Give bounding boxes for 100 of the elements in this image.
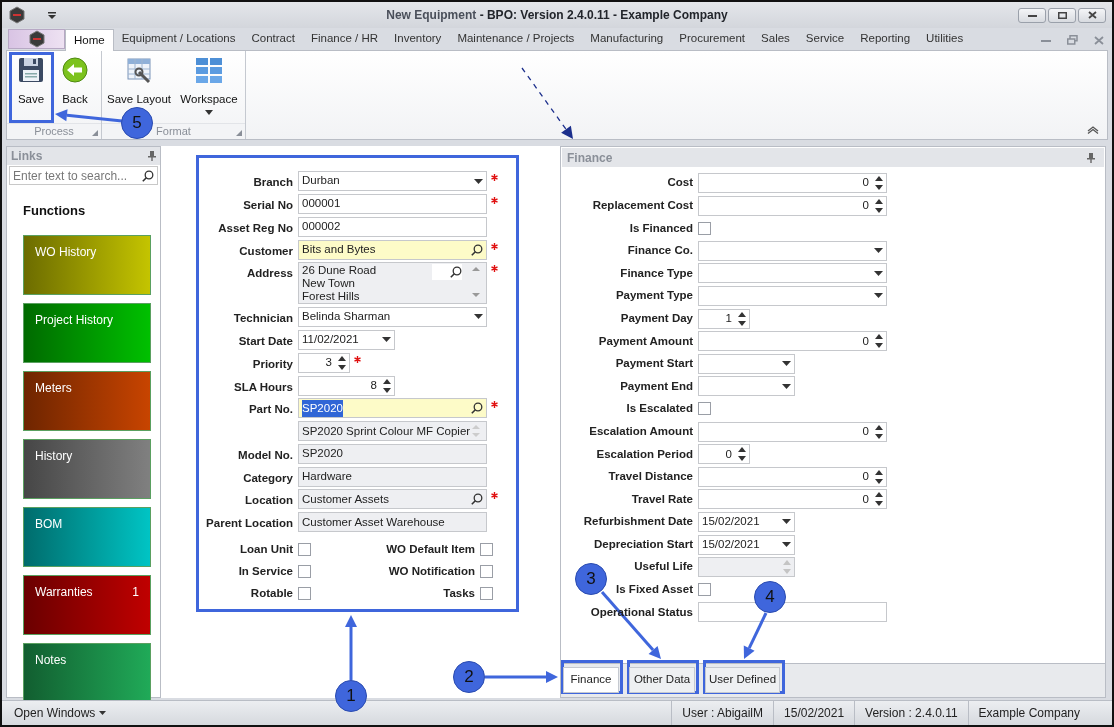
number-field[interactable]: 0 — [698, 173, 887, 193]
ribbon-tab[interactable]: Inventory — [386, 29, 450, 49]
ribbon-tab[interactable]: Maintenance / Projects — [449, 29, 583, 49]
checkbox[interactable] — [298, 565, 311, 579]
minimize-button[interactable] — [1018, 7, 1046, 23]
caret-icon[interactable] — [782, 519, 791, 525]
number-field[interactable]: 3 — [298, 352, 350, 373]
caret-icon[interactable] — [874, 293, 883, 299]
spinner-icon[interactable] — [383, 378, 391, 393]
function-tile[interactable]: History — [23, 438, 151, 499]
date-picker[interactable]: 15/02/2021 — [698, 511, 795, 532]
spinner-icon[interactable] — [875, 198, 883, 213]
number-field[interactable]: 8 — [298, 375, 395, 396]
spinner-icon[interactable] — [338, 355, 346, 370]
ribbon-button[interactable]: Workspace — [178, 53, 240, 121]
panel-tab[interactable]: Other Data — [629, 667, 695, 693]
number-field[interactable]: 0 — [698, 421, 887, 442]
number-field[interactable]: 0 — [698, 331, 887, 352]
lookup-field[interactable]: Customer Assets — [298, 489, 487, 510]
caret-icon[interactable] — [874, 248, 883, 254]
memo-field[interactable]: SP2020 Sprint Colour MF Copier — [298, 421, 487, 442]
collapse-ribbon-icon[interactable] — [1087, 125, 1099, 134]
lookup-field[interactable]: Bits and Bytes — [298, 239, 487, 260]
checkbox[interactable] — [298, 543, 311, 557]
checkbox[interactable] — [480, 543, 493, 557]
ribbon-tab[interactable]: Sales — [753, 29, 798, 49]
function-tile[interactable]: Notes — [23, 642, 151, 703]
number-field[interactable]: 0 — [698, 489, 887, 510]
ribbon-button[interactable]: Save Layout — [106, 53, 172, 107]
ribbon-tab[interactable]: Service — [797, 29, 853, 49]
caret-icon[interactable] — [782, 361, 791, 367]
open-windows-button[interactable]: Open Windows — [14, 704, 107, 722]
caret-icon[interactable] — [382, 337, 391, 343]
panel-tab[interactable]: User Defined — [705, 667, 780, 693]
caret-icon[interactable] — [782, 383, 791, 389]
memo-field[interactable]: 26 Dune Road New Town Forest Hills — [298, 262, 487, 305]
text-field[interactable]: SP2020 — [298, 443, 487, 464]
spinner-icon[interactable] — [738, 447, 746, 462]
checkbox[interactable] — [480, 587, 493, 601]
maximize-button[interactable] — [1048, 7, 1076, 23]
field-label: Parent Location — [205, 516, 294, 532]
function-tile[interactable]: Meters — [23, 370, 151, 431]
date-picker[interactable]: 11/02/2021 — [298, 329, 395, 350]
date-picker[interactable]: 15/02/2021 — [698, 534, 795, 555]
ribbon-tab[interactable]: Equipment / Locations — [113, 29, 244, 49]
number-field[interactable]: 1 — [698, 308, 750, 329]
caret-icon[interactable] — [474, 178, 483, 184]
spinner-icon[interactable] — [875, 334, 883, 349]
dropdown[interactable]: Durban — [298, 171, 487, 191]
spinner-icon[interactable] — [875, 176, 883, 190]
ribbon-tab[interactable]: Utilities — [918, 29, 972, 49]
ribbon-tab[interactable]: Contract — [243, 29, 303, 49]
ribbon-tab[interactable]: Procurement — [671, 29, 754, 49]
ribbon-tab[interactable]: Manufacturing — [582, 29, 672, 49]
search-icon[interactable] — [471, 493, 483, 506]
text-field[interactable]: Customer Asset Warehouse — [298, 512, 487, 533]
search-field[interactable]: Enter text to search... — [9, 166, 158, 185]
ribbon-tab[interactable]: Home — [65, 29, 114, 51]
spinner-icon[interactable] — [875, 424, 883, 439]
text-field[interactable] — [698, 602, 887, 623]
dialog-launcher-icon[interactable] — [236, 130, 242, 136]
ribbon-tab[interactable]: Reporting — [852, 29, 919, 49]
search-icon[interactable] — [142, 169, 154, 182]
text-field[interactable]: Hardware — [298, 466, 487, 487]
number-field[interactable]: 0 — [698, 195, 887, 216]
close-button[interactable] — [1078, 7, 1106, 23]
function-tile[interactable]: WO History — [23, 234, 151, 295]
checkbox[interactable] — [480, 565, 493, 579]
caret-icon[interactable] — [48, 11, 56, 19]
spinner-icon[interactable] — [875, 469, 883, 484]
checkbox[interactable] — [698, 221, 711, 235]
function-tile[interactable]: Project History — [23, 302, 151, 363]
panel-tab[interactable]: Finance — [563, 667, 619, 693]
function-tile[interactable]: Warranties 1 — [23, 574, 151, 635]
ribbon-tab[interactable]: Finance / HR — [302, 29, 387, 49]
caret-icon[interactable] — [782, 542, 791, 547]
checkbox[interactable] — [698, 402, 711, 416]
function-tile[interactable]: BOM — [23, 506, 151, 567]
number-field[interactable]: 0 — [698, 466, 887, 487]
pin-icon[interactable] — [1087, 152, 1095, 163]
search-icon[interactable] — [471, 243, 483, 256]
lookup-field[interactable]: SP2020 — [298, 398, 487, 419]
dialog-launcher-icon[interactable] — [92, 130, 98, 136]
checkbox[interactable] — [698, 583, 711, 597]
caret-icon[interactable] — [474, 314, 483, 320]
pin-icon[interactable] — [148, 151, 156, 161]
search-icon[interactable] — [471, 402, 483, 415]
spinner-icon[interactable] — [738, 311, 746, 326]
spinner-icon[interactable] — [875, 492, 883, 507]
text-field[interactable]: 000002 — [298, 216, 487, 237]
ribbon-button[interactable]: Save — [11, 53, 51, 107]
application-menu-button[interactable] — [8, 29, 65, 49]
checkbox[interactable] — [298, 587, 311, 601]
app-logo-icon[interactable] — [8, 6, 26, 24]
number-field[interactable]: 0 — [698, 444, 750, 465]
search-icon[interactable] — [450, 266, 462, 279]
text-field[interactable]: 000001 — [298, 193, 487, 214]
ribbon-button[interactable]: Back — [57, 53, 93, 107]
caret-icon[interactable] — [874, 270, 883, 276]
dropdown[interactable]: Belinda Sharman — [298, 306, 487, 327]
